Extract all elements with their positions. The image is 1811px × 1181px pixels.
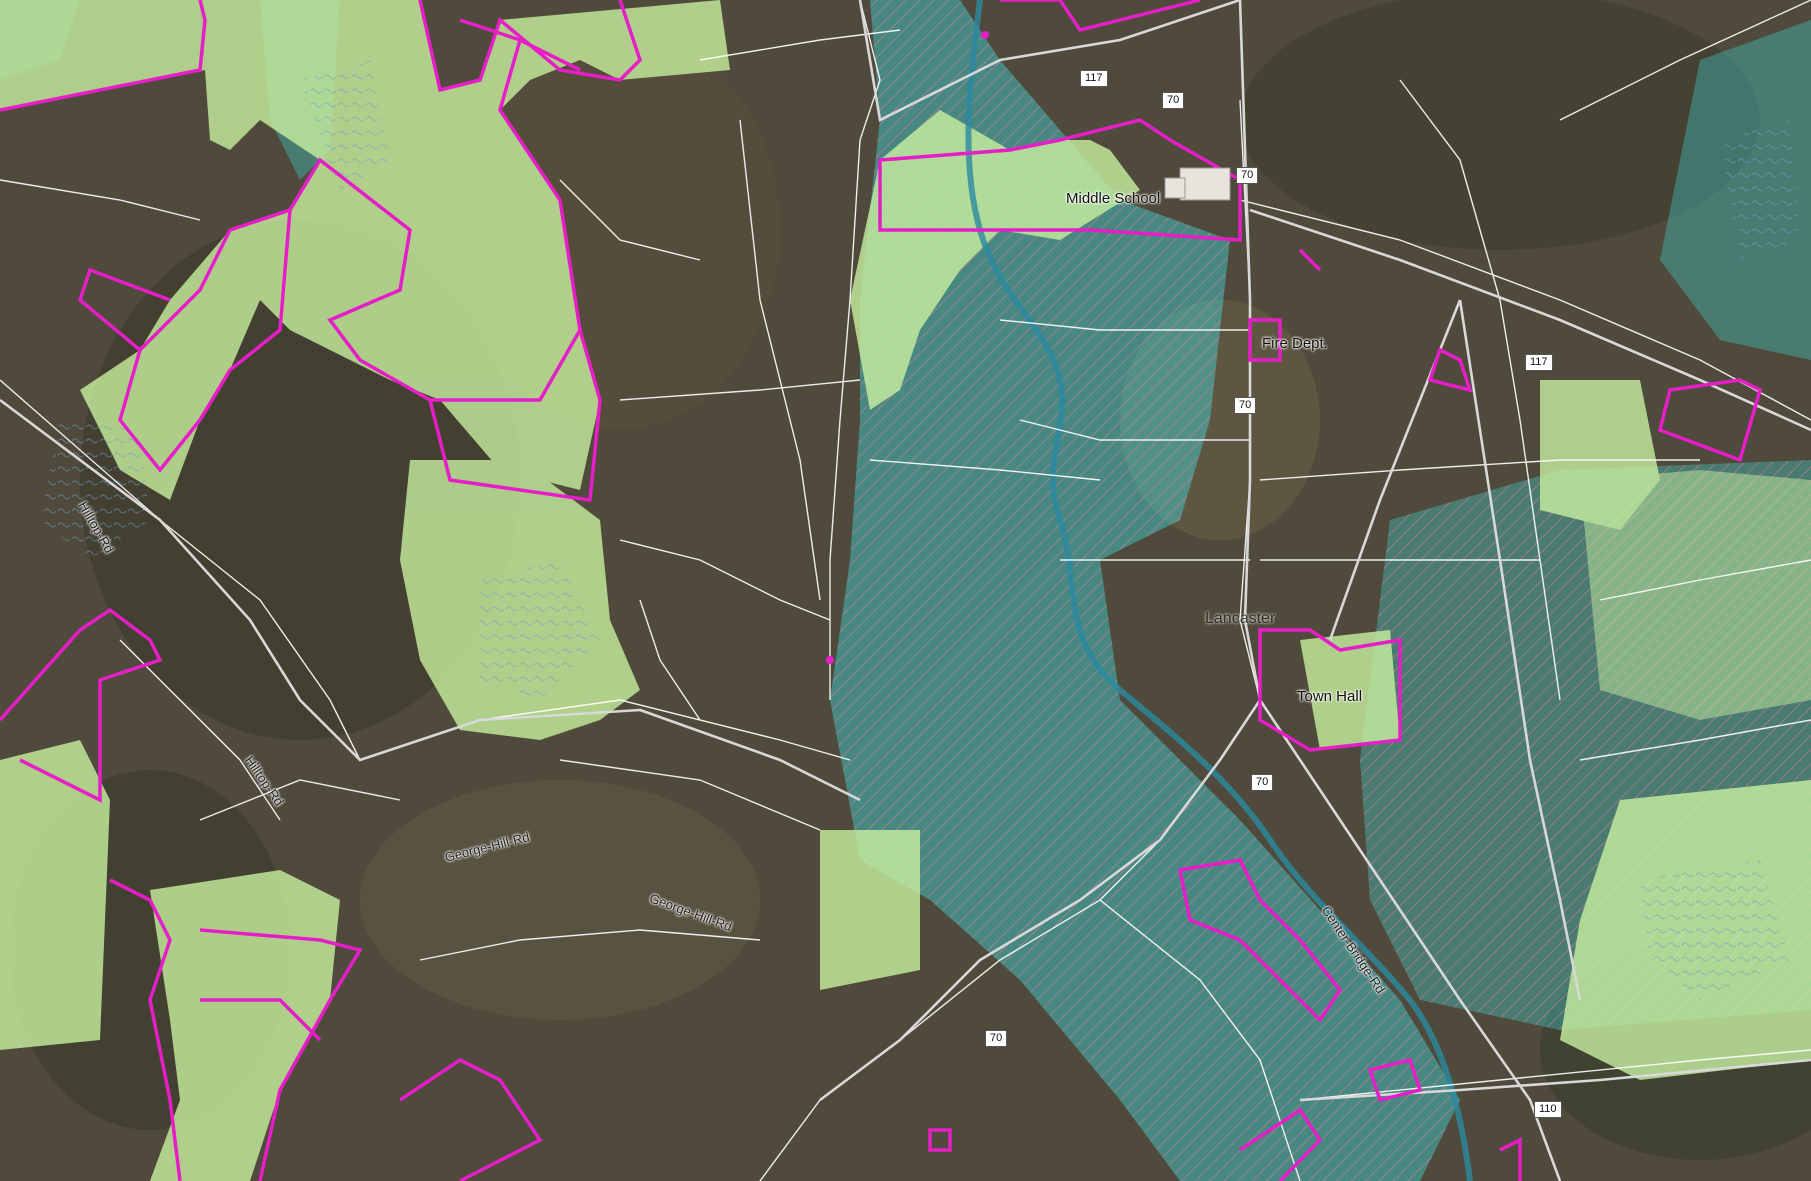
route-117-shield: 117 bbox=[1525, 354, 1553, 371]
route-117-shield: 117 bbox=[1080, 70, 1108, 87]
route-70-shield: 70 bbox=[985, 1030, 1008, 1047]
point-marker[interactable] bbox=[826, 656, 834, 664]
route-70-shield: 70 bbox=[1251, 774, 1274, 791]
route-70-shield: 70 bbox=[1162, 92, 1185, 109]
fire-dept-label[interactable]: Fire Dept. bbox=[1262, 335, 1328, 352]
route-110-shield: 110 bbox=[1534, 1101, 1562, 1118]
town-hall-label[interactable]: Town Hall bbox=[1297, 688, 1362, 705]
middle-school-label[interactable]: Middle School bbox=[1066, 190, 1160, 207]
map-view[interactable]: Middle School Fire Dept. Town Hall Lanca… bbox=[0, 0, 1811, 1181]
point-marker[interactable] bbox=[981, 31, 989, 39]
route-70-shield: 70 bbox=[1234, 397, 1257, 414]
map-canvas[interactable] bbox=[0, 0, 1811, 1181]
town-name-label: Lancaster bbox=[1205, 610, 1276, 627]
route-70-shield: 70 bbox=[1236, 167, 1259, 184]
